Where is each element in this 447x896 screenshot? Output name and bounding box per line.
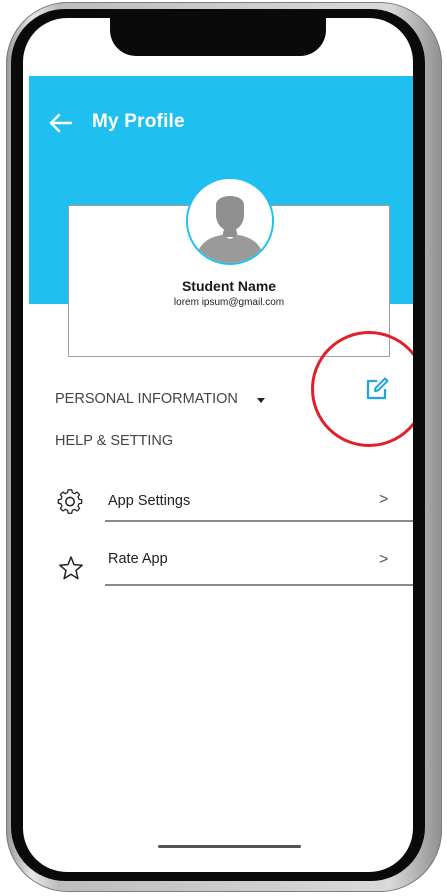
home-indicator[interactable] bbox=[158, 845, 301, 848]
personal-information-dropdown[interactable]: PERSONAL INFORMATION bbox=[55, 391, 238, 407]
phone-screen: My Profile Student Name lorem ipsum@gmai… bbox=[23, 18, 413, 872]
caret-down-icon[interactable] bbox=[257, 398, 265, 403]
notch bbox=[110, 18, 326, 56]
chevron-right-icon[interactable]: > bbox=[379, 491, 388, 509]
page-title: My Profile bbox=[92, 111, 185, 132]
divider bbox=[105, 520, 413, 522]
divider bbox=[105, 584, 413, 586]
menu-item-rate-app[interactable]: Rate App bbox=[108, 551, 168, 567]
avatar[interactable] bbox=[186, 177, 274, 265]
star-icon bbox=[59, 556, 83, 580]
gear-icon bbox=[57, 489, 83, 514]
help-setting-heading: HELP & SETTING bbox=[55, 433, 174, 449]
menu-item-app-settings[interactable]: App Settings bbox=[108, 493, 190, 509]
student-name: Student Name bbox=[181, 278, 277, 294]
chevron-right-icon[interactable]: > bbox=[379, 551, 388, 569]
user-silhouette-icon bbox=[188, 179, 272, 263]
student-email: lorem ipsum@gmail.com bbox=[173, 297, 285, 308]
highlight-circle bbox=[311, 331, 413, 447]
back-arrow-icon[interactable] bbox=[49, 113, 73, 133]
